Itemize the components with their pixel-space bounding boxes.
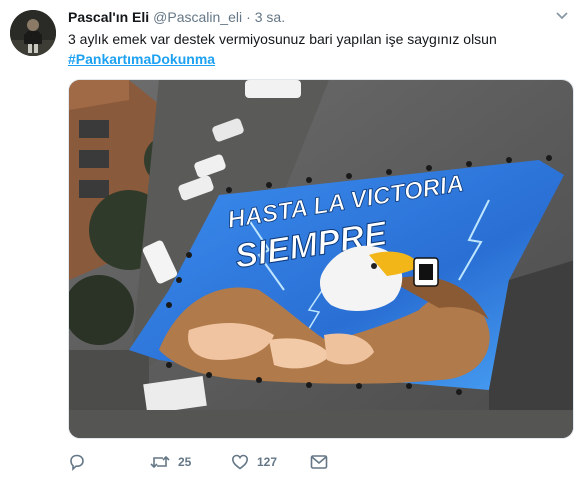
retweet-icon	[150, 455, 170, 469]
tweet-actions: 25 127	[68, 450, 488, 474]
avatar-photo	[10, 10, 56, 56]
hashtag-link[interactable]: #PankartımaDokunma	[68, 50, 215, 69]
direct-message-icon	[310, 455, 328, 469]
avatar[interactable]	[10, 10, 56, 56]
like-count: 127	[257, 455, 278, 469]
banner-photo: HASTA LA VICTORIA SIEMPRE	[69, 80, 573, 438]
tweet-text: 3 aylık emek var destek vermiyosunuz bar…	[68, 31, 497, 47]
direct-message-button[interactable]	[310, 450, 336, 474]
display-name[interactable]: Pascal'ın Eli	[68, 9, 149, 25]
retweet-button[interactable]: 25	[150, 450, 191, 474]
tweet-header: Pascal'ın Eli @Pascalin_eli · 3 sa.	[68, 9, 285, 27]
retweet-count: 25	[178, 455, 192, 469]
reply-icon	[70, 454, 84, 471]
tweet-timestamp[interactable]: 3 sa.	[255, 9, 285, 25]
tweet-photo[interactable]: HASTA LA VICTORIA SIEMPRE	[68, 79, 574, 439]
heart-icon	[231, 454, 249, 470]
user-handle[interactable]: @Pascalin_eli	[153, 9, 242, 25]
chevron-down-icon	[556, 12, 568, 20]
like-button[interactable]: 127	[231, 450, 277, 474]
separator-dot: ·	[246, 9, 251, 25]
tweet[interactable]: Pascal'ın Eli @Pascalin_eli · 3 sa. 3 ay…	[0, 0, 581, 479]
more-options-button[interactable]	[555, 10, 569, 22]
reply-button[interactable]	[68, 450, 94, 474]
